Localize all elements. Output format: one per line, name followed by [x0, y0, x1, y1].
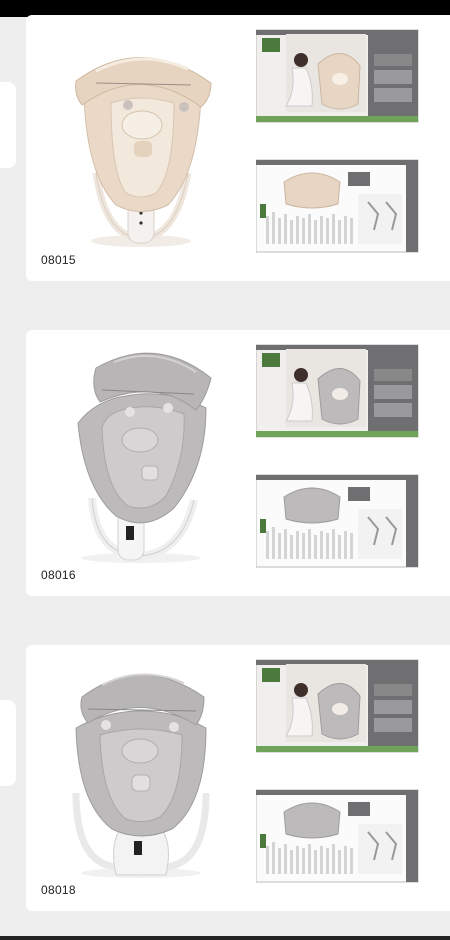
product-code: 08015	[41, 253, 76, 267]
product-card[interactable]: 08016	[26, 330, 450, 596]
baby-swing-product-image	[75, 57, 212, 247]
product-code: 08016	[41, 568, 76, 582]
packaging-box-back-image	[256, 474, 419, 568]
packaging-box-front-image	[256, 344, 419, 438]
packaging-box-front-image	[256, 659, 419, 753]
product-card[interactable]: 08015	[26, 15, 450, 281]
packaging-box-back-image	[256, 789, 419, 883]
packaging-box-front-image	[256, 29, 419, 123]
packaging-box-back-image	[256, 159, 419, 253]
baby-swing-product-image	[72, 673, 210, 878]
product-card[interactable]: 08018	[26, 645, 450, 911]
product-code: 08018	[41, 883, 76, 897]
side-tab[interactable]	[0, 82, 16, 168]
bottom-bar	[0, 936, 450, 940]
baby-swing-product-image	[77, 352, 212, 563]
side-tab[interactable]	[0, 700, 16, 786]
